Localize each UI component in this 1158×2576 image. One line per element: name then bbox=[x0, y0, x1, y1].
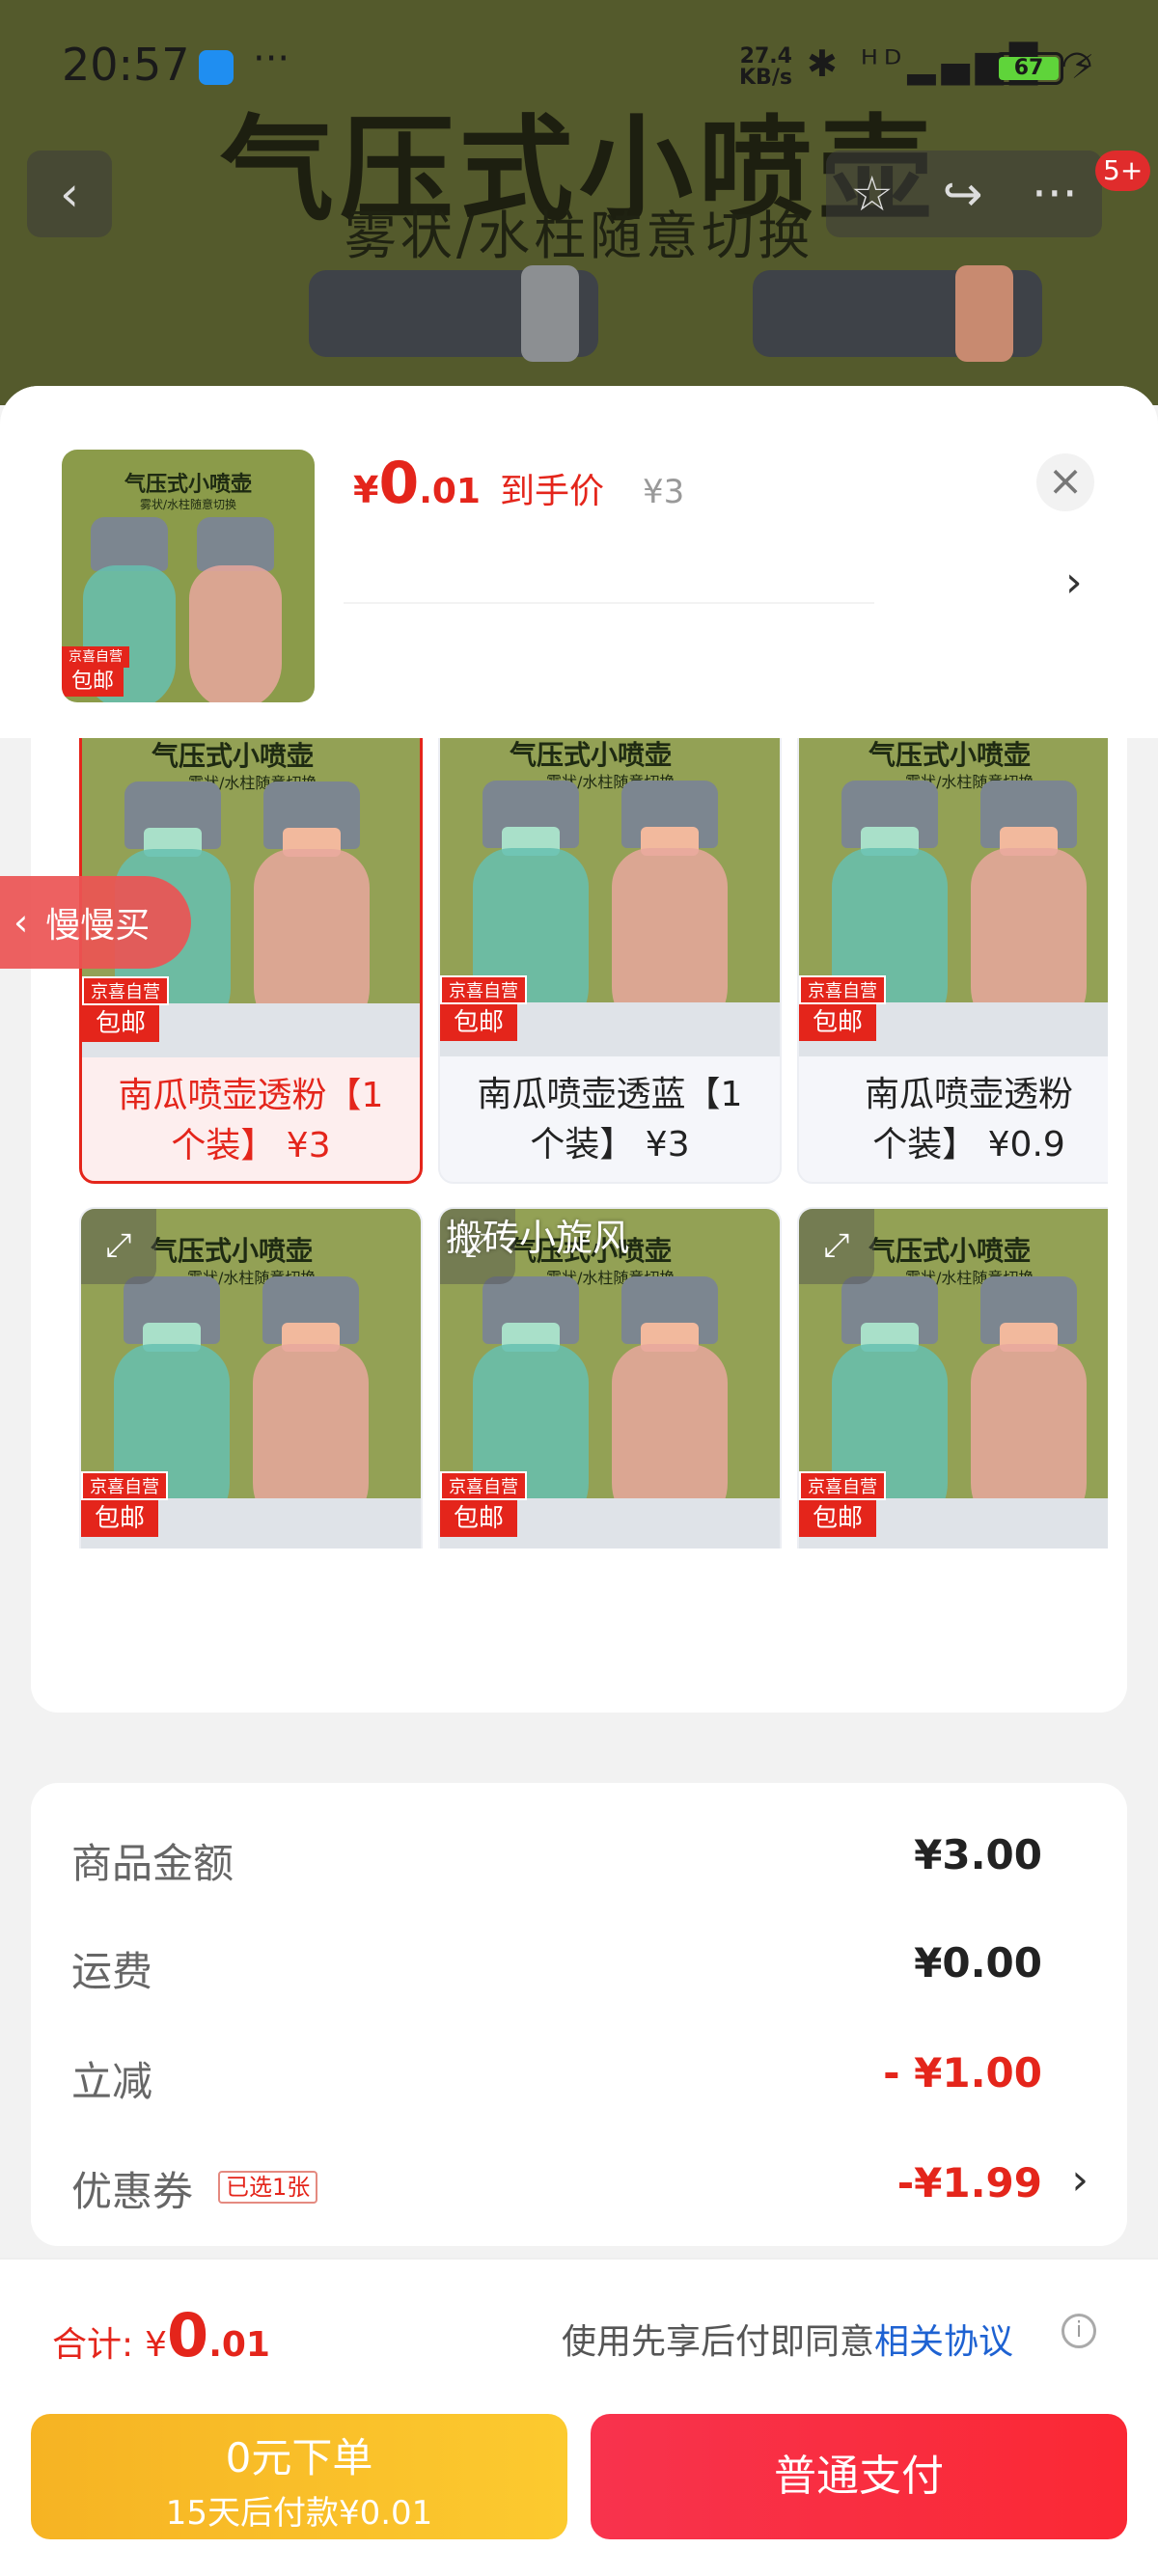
close-button[interactable]: × bbox=[1036, 453, 1094, 511]
pay-later-button[interactable]: 0元下单 15天后付款¥0.01 bbox=[31, 2414, 567, 2539]
info-icon[interactable]: i bbox=[1062, 2314, 1096, 2348]
jd-self-run-badge: 京喜自营 包邮 bbox=[440, 1471, 537, 1539]
fee-row-shipping: 运费 ¥0.00 bbox=[71, 1939, 1042, 1995]
thumb-jd-badge: 京喜自营 包邮 bbox=[62, 646, 129, 697]
hero-cap-left bbox=[521, 265, 579, 362]
back-button[interactable]: ‹ bbox=[27, 151, 112, 237]
spec-grid: 气压式小喷壶 雾状/水柱随意切换 京喜自营 包邮 南瓜喷壶透粉【1 个装】 ¥3 气压式小… bbox=[79, 738, 1108, 1548]
fee-row-coupon[interactable]: 优惠券 已选1张 -¥1.99 › bbox=[31, 2148, 1127, 2225]
battery-icon: 67 bbox=[994, 52, 1063, 85]
star-icon[interactable]: ☆ bbox=[850, 166, 894, 222]
status-bar: 20:57 ··· 27.4 KB/s ✱ ᴴᴰ▂▄▆█ ◠ 67 ⚡ bbox=[0, 0, 1158, 135]
spec-option-card[interactable]: 气压式小喷壶 雾状/水柱随意切换 京喜自营 包邮南瓜喷壶透蓝【1 个装】 ¥3 bbox=[438, 738, 782, 1184]
expand-icon[interactable]: ⤢ bbox=[799, 1209, 874, 1284]
chevron-right-icon[interactable]: › bbox=[1065, 558, 1083, 607]
close-icon: × bbox=[1047, 456, 1084, 506]
agreement-link[interactable]: 相关协议 bbox=[874, 2322, 1013, 2362]
original-price: ¥3 bbox=[643, 473, 685, 511]
network-speed: 27.4 KB/s bbox=[739, 44, 792, 90]
selected-spec-bar[interactable] bbox=[344, 562, 874, 604]
normal-pay-button[interactable]: 普通支付 bbox=[591, 2414, 1127, 2539]
charging-icon: ⚡ bbox=[1071, 48, 1094, 87]
spec-option-image: 气压式小喷壶 雾状/水柱随意切换 ⤢ 京喜自营 包邮 bbox=[799, 1209, 1108, 1548]
spec-option-image: 气压式小喷壶 雾状/水柱随意切换 ⤢ 京喜自营 包邮 bbox=[81, 1209, 421, 1548]
spec-option-card[interactable]: 气压式小喷壶雾状/水柱随意切换⤢京喜自营包邮南瓜喷壶透粉+透 蓝 ¥1 bbox=[79, 1207, 423, 1548]
watermark: 搬砖小旋风 bbox=[446, 1217, 630, 1259]
quantity-plus-button[interactable]: + bbox=[1048, 1709, 1090, 1713]
jd-self-run-badge: 京喜自营 包邮 bbox=[82, 976, 179, 1044]
spec-option-label: 南瓜喷壶透蓝【1 个装】 ¥3 bbox=[477, 1075, 743, 1165]
checkout-bar: 合计: ¥ 0 .01 使用先享后付即同意相关协议 i 0元下单 15天后付款¥… bbox=[0, 2258, 1158, 2576]
product-thumbnail[interactable]: 气压式小喷壶 雾状/水柱随意切换 京喜自营 包邮 bbox=[62, 450, 315, 702]
app-notification-icon bbox=[199, 50, 234, 85]
jd-self-run-badge: 京喜自营 包邮 bbox=[799, 975, 896, 1043]
final-price: 0 bbox=[378, 450, 420, 517]
spec-option-image: 气压式小喷壶 雾状/水柱随意切换 京喜自营 包邮 bbox=[440, 738, 780, 1056]
chevron-left-icon: ‹ bbox=[14, 901, 29, 944]
hero-cap-right bbox=[955, 265, 1013, 362]
price-compare-label: 慢慢买 bbox=[45, 906, 151, 945]
coupon-selected-badge: 已选1张 bbox=[218, 2171, 318, 2204]
spec-option-label: 南瓜喷壶透粉 个装】 ¥0.9 bbox=[864, 1075, 1073, 1165]
chevron-right-icon: › bbox=[1071, 2155, 1089, 2205]
fee-row-goods: 商品金额 ¥3.00 bbox=[71, 1831, 1042, 1887]
final-price-label: 到手价 bbox=[499, 472, 604, 511]
jd-self-run-badge: 京喜自营 包邮 bbox=[799, 1471, 896, 1539]
spec-selector-sheet: 气压式小喷壶 雾状/水柱随意切换 京喜自营 包邮 ¥ 0 .01 到手价 ¥3 … bbox=[0, 386, 1158, 2576]
jd-self-run-badge: 京喜自营 包邮 bbox=[81, 1471, 178, 1539]
spec-option-image: 气压式小喷壶 雾状/水柱随意切换 京喜自营 包邮 bbox=[799, 738, 1108, 1056]
agreement-text: 使用先享后付即同意相关协议 bbox=[562, 2322, 1014, 2362]
sheet-header: 气压式小喷壶 雾状/水柱随意切换 京喜自营 包邮 ¥ 0 .01 到手价 ¥3 … bbox=[0, 386, 1158, 738]
top-action-group: ☆ ↪ ··· bbox=[826, 151, 1102, 237]
back-icon: ‹ bbox=[60, 166, 79, 222]
status-more: ··· bbox=[253, 37, 290, 81]
fee-breakdown: 商品金额 ¥3.00 运费 ¥0.00 立减 - ¥1.00 优惠券 已选1张 … bbox=[31, 1783, 1127, 2246]
spec-option-card[interactable]: 气压式小喷壶 雾状/水柱随意切换 京喜自营 包邮南瓜喷壶透粉 个装】 ¥0.9 bbox=[797, 738, 1108, 1184]
total-price: 合计: ¥ 0 .01 bbox=[52, 2300, 270, 2370]
spec-option-card[interactable]: 气压式小喷壶雾状/水柱随意切换⤢京喜自营包邮南瓜喷壶透莹 个装】 ¥2.9 bbox=[797, 1207, 1108, 1548]
jd-self-run-badge: 京喜自营 包邮 bbox=[440, 975, 537, 1043]
price-compare-tab[interactable]: ‹ 慢慢买 bbox=[0, 876, 191, 969]
status-time: 20:57 bbox=[62, 39, 190, 91]
more-menu-icon[interactable]: ··· bbox=[1032, 166, 1078, 222]
price-row: ¥ 0 .01 到手价 ¥3 bbox=[353, 450, 685, 517]
battery-level: 67 bbox=[999, 57, 1059, 80]
share-icon[interactable]: ↪ bbox=[943, 166, 983, 222]
expand-icon[interactable]: ⤢ bbox=[81, 1209, 156, 1284]
fee-row-discount: 立减 - ¥1.00 bbox=[71, 2049, 1042, 2105]
message-count-badge: 5+ bbox=[1095, 151, 1151, 191]
spec-option-label: 南瓜喷壶透粉【1 个装】 ¥3 bbox=[118, 1076, 384, 1165]
